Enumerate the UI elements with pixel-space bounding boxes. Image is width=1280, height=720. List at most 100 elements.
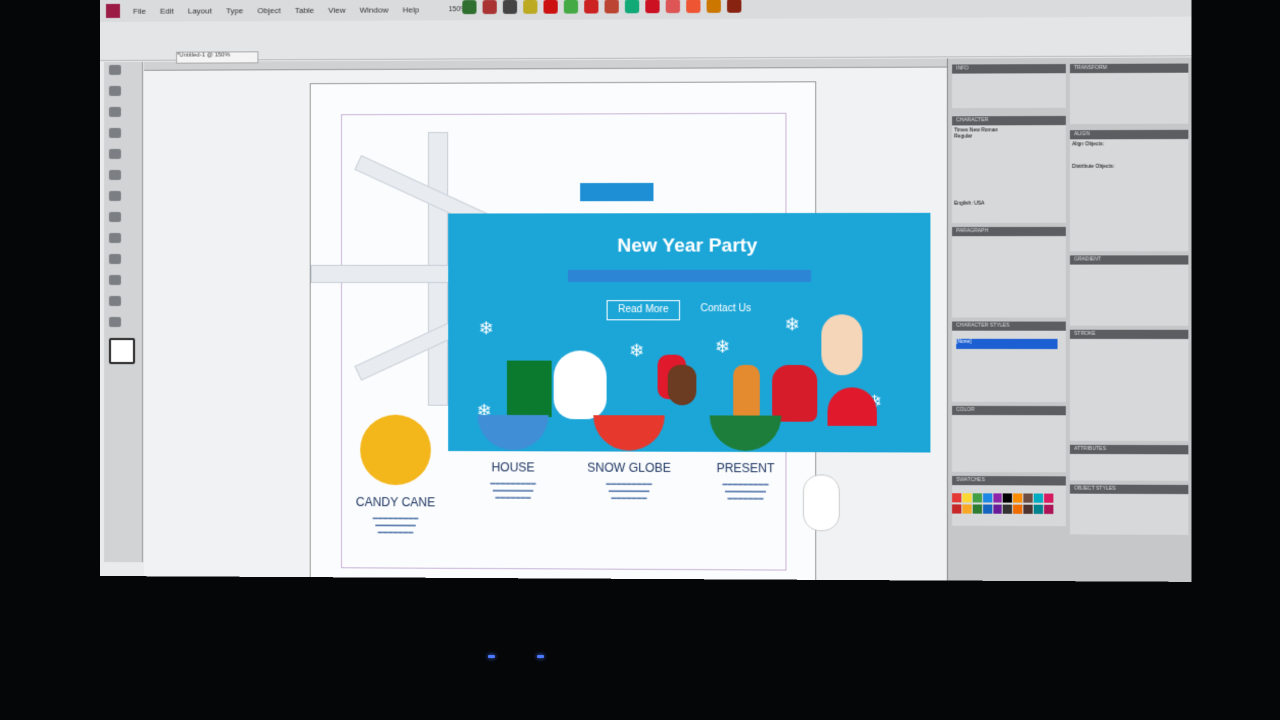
led-indicator bbox=[488, 655, 495, 658]
swatch[interactable] bbox=[1013, 504, 1023, 514]
gradient-panel-title[interactable]: GRADIENT bbox=[1069, 255, 1189, 265]
contact-link[interactable]: Contact Us bbox=[700, 300, 766, 318]
direct-selection-tool-icon[interactable] bbox=[108, 85, 122, 96]
swatch[interactable] bbox=[1033, 493, 1044, 503]
transform-panel-title[interactable]: TRANSFORM bbox=[1069, 63, 1189, 74]
app-icon[interactable] bbox=[686, 0, 701, 14]
app-icon[interactable] bbox=[624, 0, 640, 14]
category-description: ▬▬▬▬▬▬▬▬▬ ▬▬▬▬▬▬▬▬ ▬▬▬▬▬▬▬ bbox=[722, 481, 769, 502]
menu-type[interactable]: Type bbox=[219, 6, 250, 15]
info-panel-title[interactable]: INFO bbox=[952, 64, 1066, 74]
gradient-panel bbox=[1069, 264, 1189, 326]
fill-stroke-icon[interactable] bbox=[108, 338, 136, 365]
menu-layout[interactable]: Layout bbox=[181, 6, 219, 15]
pen-tool-icon[interactable] bbox=[108, 106, 122, 117]
color-panel-title[interactable]: COLOR bbox=[952, 405, 1066, 416]
swatch[interactable] bbox=[972, 503, 982, 514]
read-more-button[interactable]: Read More bbox=[606, 300, 681, 321]
swatch[interactable] bbox=[952, 493, 962, 503]
swatch[interactable] bbox=[972, 493, 982, 503]
swatches-panel-title[interactable]: SWATCHES bbox=[952, 475, 1066, 486]
object-styles-panel-title[interactable]: OBJECT STYLES bbox=[1069, 484, 1189, 495]
app-icon[interactable] bbox=[482, 0, 497, 15]
line-tool-icon[interactable] bbox=[108, 148, 122, 159]
rectangle-tool-icon[interactable] bbox=[108, 211, 122, 222]
swatch[interactable] bbox=[982, 504, 992, 514]
font-style-field[interactable]: Regular bbox=[954, 133, 1064, 140]
rectangle-frame-tool-icon[interactable] bbox=[108, 190, 122, 201]
menu-file[interactable]: File bbox=[126, 6, 153, 15]
attributes-panel bbox=[1069, 453, 1189, 481]
swatch[interactable] bbox=[992, 493, 1003, 503]
app-icon[interactable] bbox=[727, 0, 742, 13]
snowflake-icon: ❄ bbox=[629, 340, 645, 361]
transform-panel bbox=[1069, 72, 1189, 125]
app-icon[interactable] bbox=[706, 0, 721, 13]
document-tab[interactable]: *Untitled-1 @ 150% bbox=[176, 51, 259, 64]
category-title: HOUSE bbox=[491, 460, 535, 475]
menu-help[interactable]: Help bbox=[395, 5, 426, 14]
app-icon[interactable] bbox=[645, 0, 660, 14]
selected-character-style[interactable]: [None] bbox=[956, 338, 1058, 350]
paragraph-panel-title[interactable]: PARAGRAPH bbox=[952, 226, 1066, 237]
house-icon bbox=[477, 414, 549, 451]
app-icon[interactable] bbox=[604, 0, 619, 14]
tools-panel bbox=[103, 61, 144, 563]
category-candy-cane[interactable]: CANDY CANE ▬▬▬▬▬▬▬▬▬ ▬▬▬▬▬▬▬▬ ▬▬▬▬▬▬▬ bbox=[345, 414, 446, 537]
category-title: PRESENT bbox=[716, 460, 775, 476]
zoom-tool-icon[interactable] bbox=[108, 317, 122, 328]
language-field[interactable]: English: USA bbox=[954, 200, 1064, 207]
app-icon[interactable] bbox=[543, 0, 558, 14]
category-title: SNOW GLOBE bbox=[587, 460, 671, 475]
stroke-panel-title[interactable]: STROKE bbox=[1069, 329, 1189, 340]
blue-frame[interactable] bbox=[580, 182, 654, 202]
app-icon[interactable] bbox=[584, 0, 599, 14]
character-panel-title[interactable]: CHARACTER bbox=[952, 115, 1066, 126]
snow-globe-icon bbox=[593, 415, 665, 451]
christmas-tree-ornament-icon bbox=[802, 474, 840, 532]
monitor-led-indicators bbox=[488, 655, 544, 658]
app-icon[interactable] bbox=[502, 0, 518, 14]
category-present[interactable]: PRESENT ▬▬▬▬▬▬▬▬▬ ▬▬▬▬▬▬▬▬ ▬▬▬▬▬▬▬ bbox=[694, 415, 796, 502]
selection-tool-icon[interactable] bbox=[108, 64, 122, 75]
category-title: CANDY CANE bbox=[355, 494, 436, 510]
menu-edit[interactable]: Edit bbox=[153, 6, 181, 15]
free-transform-tool-icon[interactable] bbox=[108, 253, 122, 264]
canvas-area[interactable]: *Untitled-1 @ 150% New Year Party Read M… bbox=[144, 51, 947, 582]
swatch[interactable] bbox=[1013, 493, 1023, 503]
swatch[interactable] bbox=[1003, 493, 1013, 503]
swatch[interactable] bbox=[1044, 504, 1054, 514]
app-icon[interactable] bbox=[563, 0, 579, 14]
category-house[interactable]: HOUSE ▬▬▬▬▬▬▬▬▬ ▬▬▬▬▬▬▬▬ ▬▬▬▬▬▬▬ bbox=[462, 414, 564, 502]
swatch[interactable] bbox=[962, 503, 972, 514]
menu-object[interactable]: Object bbox=[250, 6, 287, 15]
swatch[interactable] bbox=[982, 493, 992, 503]
align-panel-title[interactable]: ALIGN bbox=[1069, 129, 1189, 140]
app-icon[interactable] bbox=[462, 0, 477, 15]
swatch[interactable] bbox=[1023, 504, 1033, 514]
swatch[interactable] bbox=[1023, 493, 1033, 503]
menu-window[interactable]: Window bbox=[353, 5, 396, 14]
swatch[interactable] bbox=[962, 493, 972, 503]
swatch[interactable] bbox=[992, 504, 1003, 514]
swatch[interactable] bbox=[1044, 493, 1054, 503]
menu-table[interactable]: Table bbox=[288, 5, 321, 14]
santa-icon bbox=[821, 314, 863, 376]
swatch[interactable] bbox=[1033, 504, 1044, 514]
gradient-tool-icon[interactable] bbox=[108, 274, 122, 285]
attributes-panel-title[interactable]: ATTRIBUTES bbox=[1069, 444, 1189, 455]
swatch[interactable] bbox=[1003, 504, 1013, 514]
app-icon[interactable] bbox=[665, 0, 681, 14]
category-snow-globe[interactable]: SNOW GLOBE ▬▬▬▬▬▬▬▬▬ ▬▬▬▬▬▬▬▬ ▬▬▬▬▬▬▬ bbox=[578, 415, 680, 502]
type-tool-icon[interactable] bbox=[108, 127, 122, 138]
pencil-tool-icon[interactable] bbox=[108, 169, 122, 180]
app-icon[interactable] bbox=[523, 0, 538, 14]
menu-view[interactable]: View bbox=[321, 5, 352, 14]
hand-tool-icon[interactable] bbox=[108, 296, 122, 307]
swatch[interactable] bbox=[952, 503, 962, 514]
snowman-icon bbox=[553, 350, 607, 420]
scissors-tool-icon[interactable] bbox=[108, 232, 122, 243]
monitor-screen: File Edit Layout Type Object Table View … bbox=[100, 0, 1192, 582]
character-styles-panel-title[interactable]: CHARACTER STYLES bbox=[952, 321, 1066, 331]
swatches-grid bbox=[952, 493, 1054, 514]
